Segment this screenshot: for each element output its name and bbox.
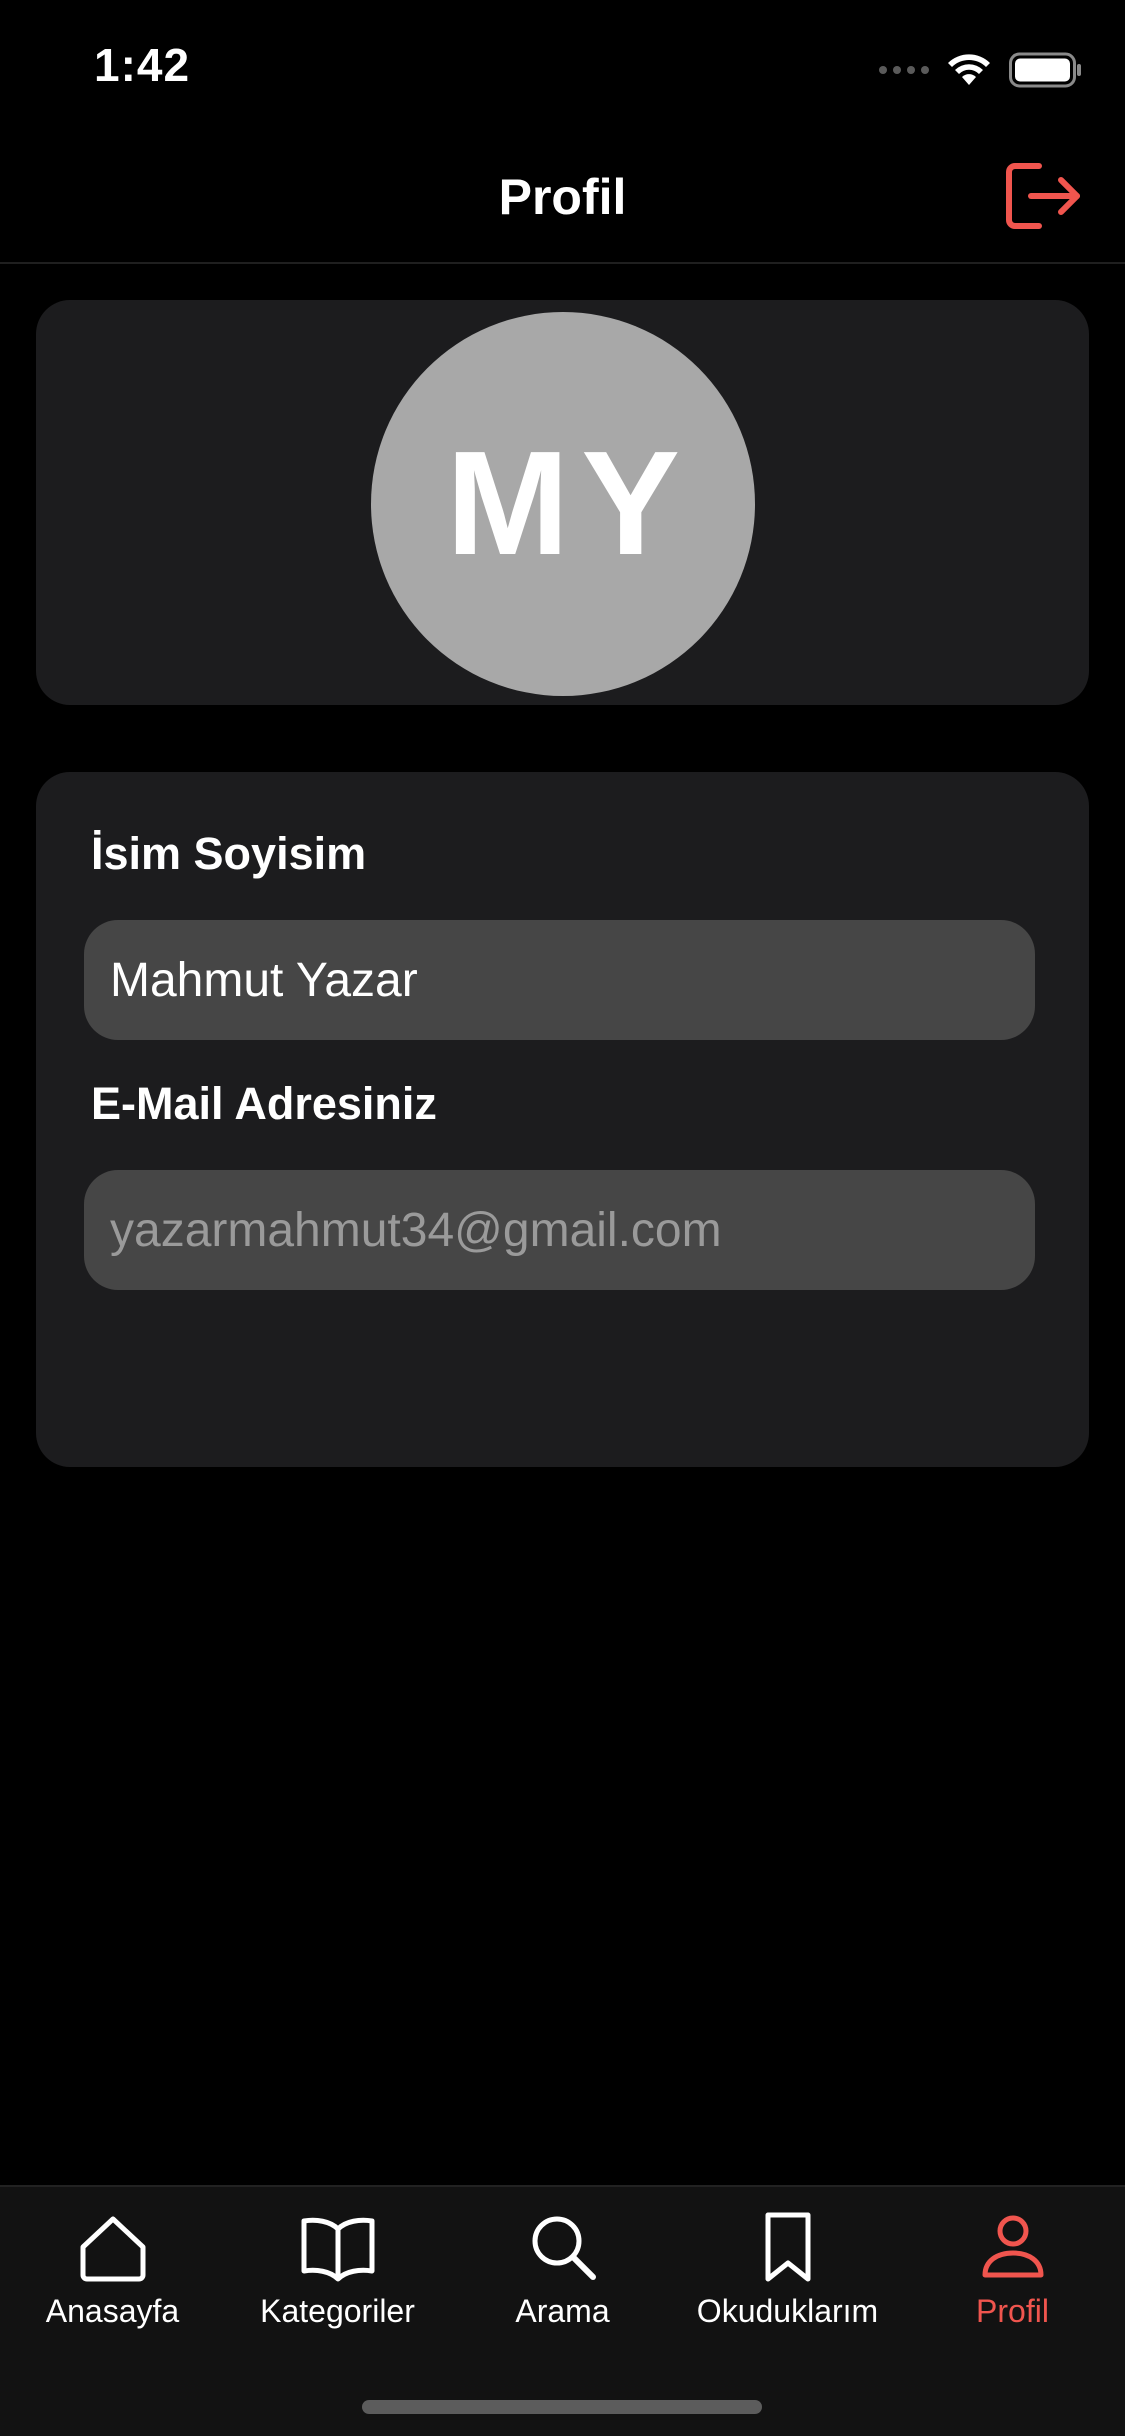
- cellular-signal-icon: [879, 66, 929, 74]
- home-icon: [80, 2216, 145, 2282]
- status-bar: 1:42: [0, 0, 1125, 132]
- tab-label: Okuduklarım: [696, 2293, 879, 2329]
- status-icons: [879, 50, 1083, 90]
- person-icon: [982, 2215, 1043, 2278]
- search-icon: [532, 2216, 596, 2280]
- tab-label: Arama: [515, 2293, 610, 2329]
- profile-form-card: İsim Soyisim E-Mail Adresiniz: [36, 772, 1089, 1467]
- wifi-icon: [948, 54, 990, 85]
- tab-kategoriler[interactable]: Kategoriler: [225, 2207, 450, 2337]
- avatar-initials: MY: [446, 421, 692, 586]
- avatar-card: MY: [36, 300, 1089, 705]
- email-field[interactable]: [84, 1170, 1035, 1290]
- tab-label: Kategoriler: [260, 2293, 415, 2329]
- nav-bar: Profil: [0, 132, 1125, 264]
- tab-profil[interactable]: Profil: [900, 2207, 1125, 2337]
- avatar[interactable]: MY: [371, 312, 755, 696]
- book-icon: [301, 2217, 374, 2282]
- name-field[interactable]: [84, 920, 1035, 1040]
- tab-bar: Anasayfa Kategoriler Arama Okuduklarım P…: [0, 2185, 1125, 2436]
- logout-icon: [1006, 163, 1080, 229]
- tab-label: Anasayfa: [45, 2293, 180, 2329]
- home-indicator[interactable]: [362, 2400, 762, 2414]
- tab-anasayfa[interactable]: Anasayfa: [0, 2207, 225, 2337]
- tab-arama[interactable]: Arama: [450, 2207, 675, 2337]
- page-title: Profil: [498, 169, 627, 225]
- bookmark-icon: [765, 2212, 810, 2282]
- tab-okuduklarim[interactable]: Okuduklarım: [675, 2207, 900, 2337]
- battery-icon: [1009, 52, 1081, 88]
- logout-button[interactable]: [1001, 154, 1085, 238]
- tab-label: Profil: [976, 2293, 1049, 2329]
- name-label: İsim Soyisim: [91, 828, 367, 879]
- email-label: E-Mail Adresiniz: [91, 1078, 437, 1129]
- status-time: 1:42: [94, 39, 191, 91]
